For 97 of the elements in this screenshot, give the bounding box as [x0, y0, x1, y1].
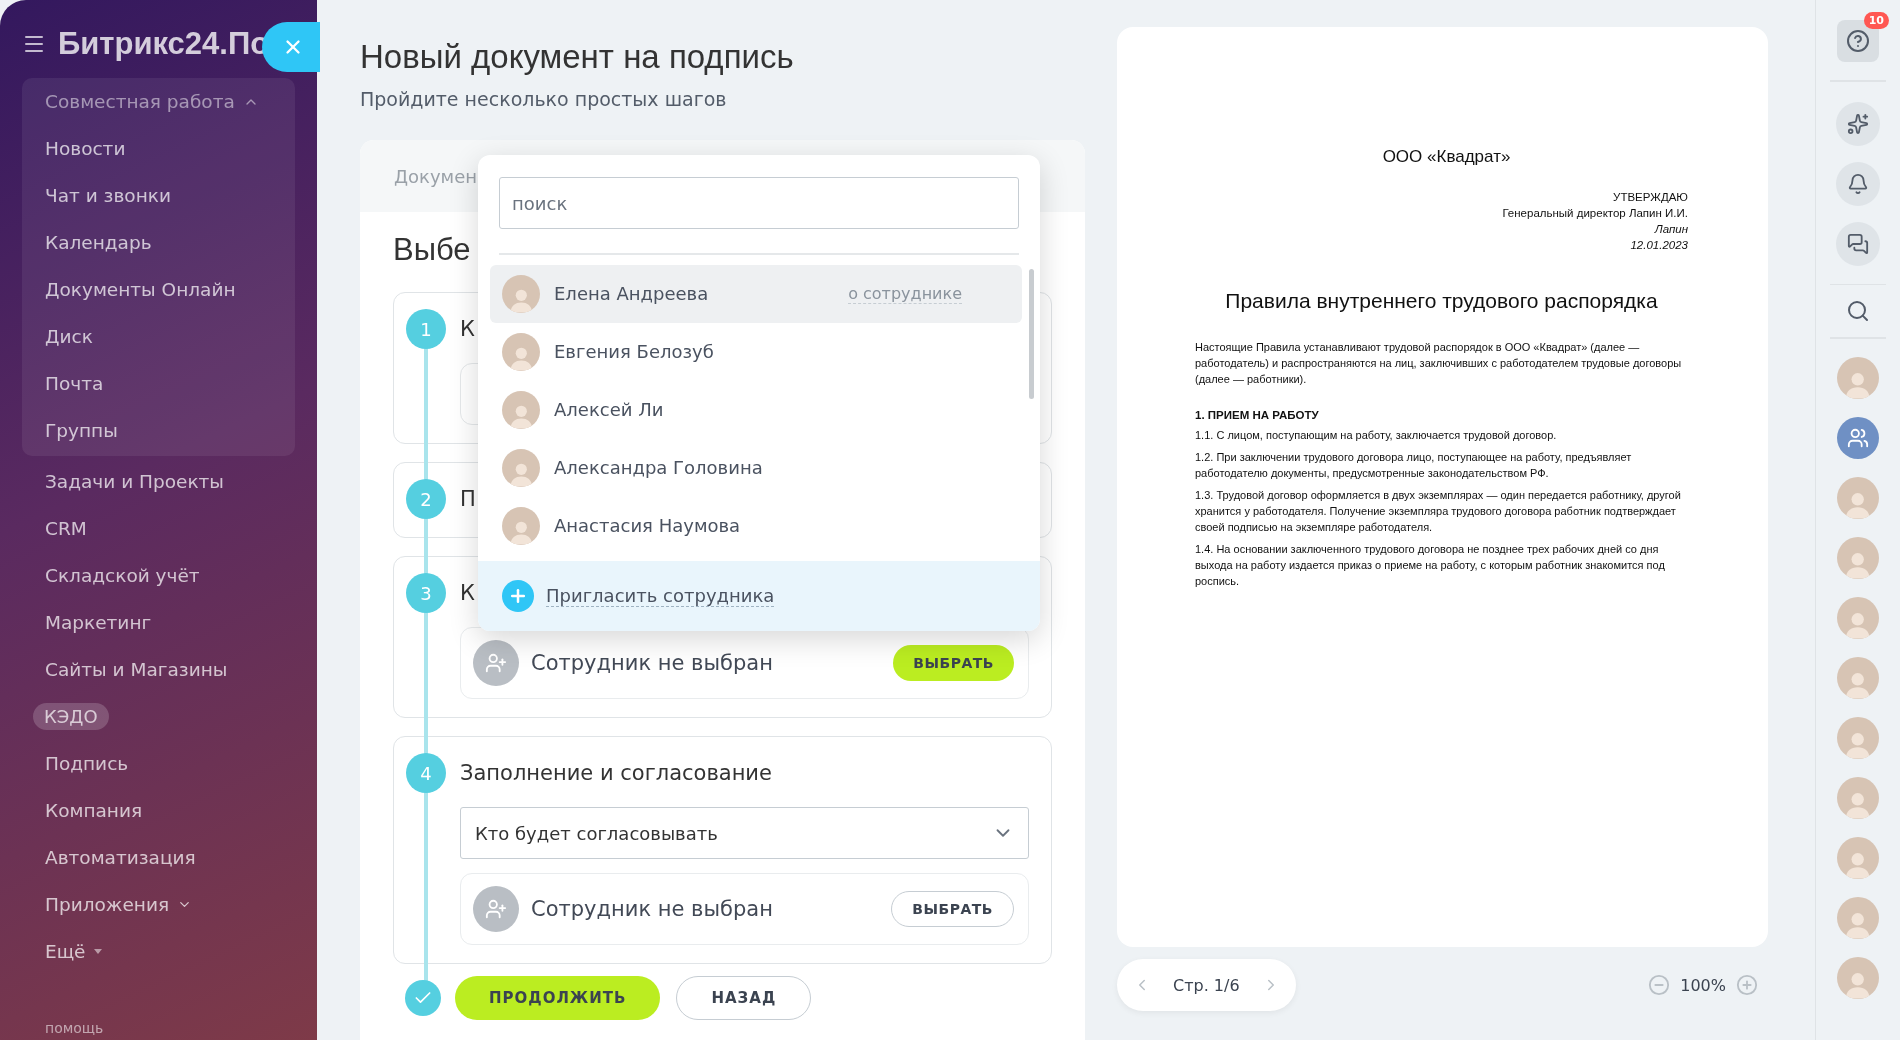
search-field[interactable]: поиск — [499, 177, 1019, 229]
page-subtitle: Пройдите несколько простых шагов — [360, 88, 728, 110]
zoom-out-icon[interactable] — [1648, 974, 1671, 996]
notification-badge: 10 — [1863, 12, 1889, 29]
avatar-icon[interactable] — [1837, 776, 1879, 819]
person-name: Евгения Белозуб — [554, 341, 715, 362]
menu-item[interactable]: Документы Онлайн — [45, 279, 236, 300]
step-number: 3 — [406, 573, 446, 613]
avatar-icon — [502, 506, 540, 545]
avatar-icon[interactable] — [1837, 896, 1879, 939]
menu-item[interactable]: Календарь — [45, 232, 152, 253]
page-title: Новый документ на подпись — [360, 38, 795, 76]
step-number: 2 — [406, 479, 446, 519]
person-row[interactable]: Анастасия Наумова — [490, 496, 1022, 555]
select-button[interactable]: ВЫБРАТЬ — [893, 645, 1014, 681]
section-chip[interactable]: КЭДО — [33, 703, 109, 730]
zoom-in-icon[interactable] — [1736, 974, 1758, 996]
person-row[interactable]: Евгения Белозуб — [490, 322, 1022, 381]
menu-item[interactable]: Автоматизация — [45, 847, 196, 868]
avatar-icon — [502, 390, 540, 429]
person-name: Анастасия Наумова — [554, 515, 742, 536]
avatar-icon — [502, 332, 540, 371]
document-section-title: 1. ПРИЕМ НА РАБОТУ — [1195, 409, 1320, 421]
person-row[interactable]: Алексей Ли — [490, 380, 1022, 439]
approval-line: 12.01.2023 — [1629, 238, 1688, 253]
menu-item[interactable]: Компания — [45, 800, 143, 821]
person-row[interactable]: Александра Головина — [490, 438, 1022, 497]
step-number: 4 — [406, 753, 446, 793]
avatar-icon[interactable] — [1837, 836, 1879, 879]
employee-status: Сотрудник не выбран — [531, 651, 774, 675]
menu-item[interactable]: Почта — [45, 373, 104, 394]
person-name: Александра Головина — [554, 457, 764, 478]
avatar-icon[interactable] — [1837, 596, 1879, 639]
chat-icon[interactable] — [1836, 221, 1880, 266]
person-name: Елена Андреева — [554, 283, 710, 304]
continue-button[interactable]: ПРОДОЛЖИТЬ — [455, 976, 661, 1020]
menu-item[interactable]: Сайты и Магазины — [45, 659, 228, 680]
sparkle-icon[interactable] — [1836, 101, 1880, 146]
step-number: 1 — [406, 309, 446, 349]
caret-icon — [93, 949, 102, 954]
bell-icon[interactable] — [1836, 161, 1880, 206]
invite-link[interactable]: Пригласить сотрудника — [546, 584, 775, 607]
plus-icon — [502, 579, 534, 612]
help-icon — [1846, 29, 1870, 53]
search-icon[interactable] — [1846, 299, 1870, 323]
avatar-icon[interactable] — [1837, 956, 1879, 999]
step-title: К — [460, 317, 475, 341]
menu-item[interactable]: Новости — [45, 138, 126, 159]
back-button[interactable]: НАЗАД — [676, 976, 812, 1020]
section-heading: Выбе — [392, 231, 472, 268]
step-title: Заполнение и согласование — [460, 761, 772, 785]
avatar-icon[interactable] — [1837, 356, 1879, 399]
invite-row[interactable]: Пригласить сотрудника — [478, 560, 1040, 631]
menu-item[interactable]: Группы — [45, 420, 118, 441]
person-row[interactable]: Елена Андреева о сотруднике — [490, 264, 1022, 323]
avatar-icon[interactable] — [1837, 476, 1879, 519]
avatar-icon — [502, 274, 540, 313]
select-button[interactable]: ВЫБРАТЬ — [891, 891, 1014, 927]
document-paragraph: 1.4. На основании заключенного трудового договора не позднее трех рабочих дней со дня выхода на работу издается приказ о приеме на работу, с которым работник знакомится под роспись. — [1195, 542, 1666, 589]
menu-item[interactable]: Складской учёт — [45, 565, 200, 586]
document-company: ООО «Квадрат» — [1381, 147, 1512, 167]
menu-item[interactable]: Маркетинг — [45, 612, 152, 633]
approval-line: Лапин — [1653, 222, 1688, 237]
menu-item[interactable]: CRM — [45, 518, 87, 539]
avatar-icon[interactable] — [1837, 536, 1879, 579]
document-title: Правила внутреннего трудового распорядка — [1224, 289, 1659, 313]
check-icon — [405, 980, 441, 1016]
approval-line: Генеральный директор Лапин И.И. — [1501, 206, 1688, 221]
menu-item[interactable]: Подпись — [45, 753, 129, 774]
approver-dropdown[interactable]: Кто будет согласовывать — [460, 807, 1029, 859]
logo: Битрикс24.По — [58, 26, 270, 62]
document-paragraph: 1.3. Трудовой договор оформляется в двух экземплярах — один передается работнику, другой хранится у работодателя. Получение экземпляра трудового договора работник подтверждает своей подписью на экземпляре работодателя. — [1195, 488, 1682, 535]
approval-line: УТВЕРЖДАЮ — [1612, 190, 1688, 205]
help-link[interactable]: помощь — [22, 1020, 295, 1036]
scrollbar[interactable] — [1029, 268, 1034, 399]
avatar-icon — [502, 448, 540, 487]
page-indicator: Стр. 1/6 — [1173, 975, 1240, 995]
zoom-level: 100% — [1680, 975, 1726, 995]
add-user-icon — [473, 640, 519, 686]
document-paragraph: 1.1. С лицом, поступающим на работу, заключается трудовой договор. — [1195, 428, 1558, 443]
more-menu-item[interactable]: Ещё — [45, 941, 102, 962]
add-user-icon — [473, 886, 519, 932]
document-paragraph: Настоящие Правила устанавливают трудовой распорядок в ООО «Квадрат» (далее — работодатель) и распространяются на лиц, заключивших с работодателем трудовые договоры (далее — работники). — [1195, 340, 1683, 387]
document-paragraph: 1.2. При заключении трудового договора лицо, поступающее на работу, предъявляет работодателю документы, предусмотренные законодательством РФ. — [1195, 450, 1633, 481]
employee-status: Сотрудник не выбран — [531, 897, 774, 921]
person-name: Алексей Ли — [554, 399, 665, 420]
close-button[interactable] — [262, 22, 320, 72]
step-title: П — [460, 487, 476, 511]
avatar-icon[interactable] — [1837, 716, 1879, 759]
menu-item[interactable]: Приложения — [45, 894, 193, 915]
group-chat-icon[interactable] — [1837, 416, 1879, 459]
menu-item[interactable]: Диск — [45, 326, 93, 347]
avatar-icon[interactable] — [1837, 656, 1879, 699]
menu-item[interactable]: Чат и звонки — [45, 185, 171, 206]
menu-group-header[interactable]: Совместная работа — [45, 91, 259, 112]
menu-item[interactable]: Задачи и Проекты — [45, 471, 224, 492]
step-title: К — [460, 581, 475, 605]
